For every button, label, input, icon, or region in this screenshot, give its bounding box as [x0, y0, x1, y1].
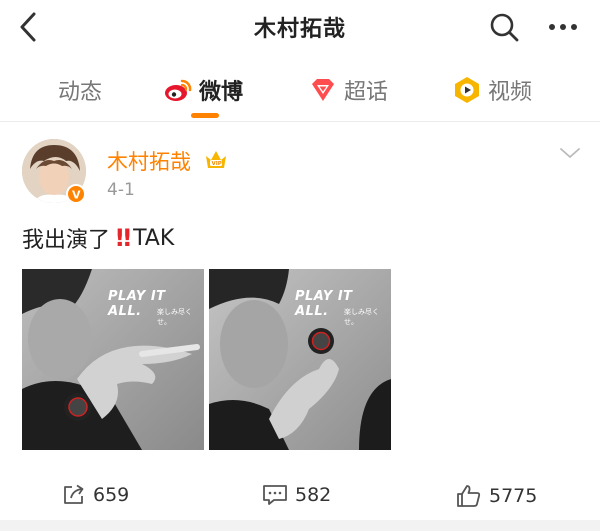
weibo-icon [165, 79, 192, 101]
post-text: 我出演了 ‼ TAK [22, 222, 174, 254]
author-name[interactable]: 木村拓哉 [107, 146, 191, 176]
verified-badge-icon: V [66, 184, 86, 204]
image-subtext: 楽しみ尽くせ。 [344, 308, 379, 326]
tab-video[interactable]: 视频 [452, 73, 532, 107]
svg-text:V: V [72, 189, 81, 202]
post-signature: TAK [133, 225, 175, 251]
profile-tabs: 动态 微博 超话 视频 [0, 58, 600, 122]
top-nav-bar: 木村拓哉 [0, 0, 600, 58]
video-icon [455, 77, 479, 103]
comment-button[interactable]: 582 [262, 484, 331, 506]
active-tab-indicator [191, 113, 219, 118]
post-date: 4-1 [107, 180, 135, 200]
like-button[interactable]: 5775 [456, 484, 537, 508]
share-icon [64, 484, 84, 504]
tab-dynamics[interactable]: 动态 [58, 73, 102, 107]
tab-label: 超话 [344, 80, 389, 105]
tab-label: 微博 [199, 80, 244, 105]
weibo-post: V 木村拓哉 VIP 4-1 我出演了 ‼ TAK PLAY IT ALL. 楽… [0, 122, 600, 522]
more-dots-icon[interactable] [546, 14, 580, 40]
share-button[interactable]: 659 [62, 484, 129, 506]
comment-count: 582 [295, 484, 332, 506]
post-image-1[interactable]: PLAY IT ALL. 楽しみ尽くせ。 [22, 269, 204, 450]
tab-label: 动态 [58, 80, 103, 105]
tab-super-topic[interactable]: 超话 [308, 73, 388, 107]
feed-separator [0, 520, 600, 531]
share-count: 659 [93, 484, 130, 506]
comment-icon [263, 485, 287, 505]
post-body: 我出演了 [22, 228, 111, 253]
double-exclamation-emoji: ‼ [116, 224, 131, 252]
tab-label: 视频 [488, 80, 533, 105]
like-count: 5775 [489, 485, 538, 507]
tab-weibo[interactable]: 微博 [163, 73, 243, 107]
image-subtext: 楽しみ尽くせ。 [157, 308, 192, 326]
post-action-bar: 659 582 5775 [0, 472, 600, 518]
chevron-down-icon[interactable] [558, 145, 582, 161]
super-topic-icon [312, 79, 334, 101]
svg-text:VIP: VIP [212, 161, 222, 167]
search-icon[interactable] [488, 11, 520, 43]
vip-crown-icon: VIP [206, 151, 226, 168]
post-image-2[interactable]: PLAY IT ALL. 楽しみ尽くせ。 [209, 269, 391, 450]
thumbs-up-icon [457, 485, 481, 507]
